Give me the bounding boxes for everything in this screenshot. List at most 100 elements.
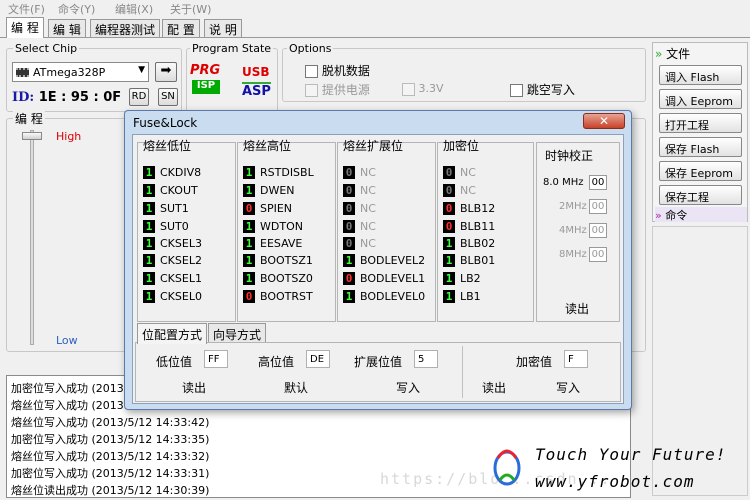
clock-cal-value[interactable]: 00 bbox=[589, 247, 607, 262]
skip-option[interactable]: 跳空写入 bbox=[510, 81, 575, 98]
file-header-label: 文件 bbox=[666, 47, 691, 61]
fuse-bit-toggle[interactable]: 0 bbox=[443, 166, 455, 179]
menu-about[interactable]: 关于(W) bbox=[170, 1, 211, 17]
fuse-bit-toggle[interactable]: 0 bbox=[343, 237, 355, 250]
fuse-bit-toggle[interactable]: 0 bbox=[243, 290, 255, 303]
command-section-header[interactable]: » 命令 bbox=[655, 207, 747, 222]
fuse-bit-toggle[interactable]: 1 bbox=[143, 220, 155, 233]
fuse-bit-toggle[interactable]: 1 bbox=[443, 237, 455, 250]
fuse-bit-toggle[interactable]: 1 bbox=[443, 272, 455, 285]
low-value-label: 低位值 bbox=[156, 355, 193, 369]
clock-cal-value[interactable]: 00 bbox=[589, 175, 607, 190]
fuse-bit-toggle[interactable]: 1 bbox=[243, 272, 255, 285]
fuse-bit-toggle[interactable]: 0 bbox=[243, 202, 255, 215]
offline-checkbox[interactable] bbox=[305, 65, 318, 78]
fuse-bit-toggle[interactable]: 1 bbox=[243, 254, 255, 267]
fuse-bit-toggle[interactable]: 0 bbox=[343, 220, 355, 233]
lock-value-field[interactable]: F bbox=[564, 350, 588, 368]
fuse-bit-toggle[interactable]: 1 bbox=[443, 290, 455, 303]
fuse-bit-toggle[interactable]: 0 bbox=[343, 166, 355, 179]
write-fuse-button[interactable]: 写入 bbox=[396, 379, 420, 396]
low-value-field[interactable]: FF bbox=[204, 350, 228, 368]
fuse-bit-toggle[interactable]: 1 bbox=[343, 290, 355, 303]
level-slider-thumb[interactable] bbox=[22, 132, 42, 140]
fuse-bit-toggle[interactable]: 1 bbox=[143, 184, 155, 197]
power-option[interactable]: 提供电源 bbox=[305, 81, 370, 98]
fuse-bit-toggle[interactable]: 1 bbox=[243, 220, 255, 233]
tab-config[interactable]: 配 置 bbox=[162, 19, 200, 37]
close-button[interactable]: ✕ bbox=[583, 113, 625, 129]
fuse-bit-toggle[interactable]: 1 bbox=[243, 184, 255, 197]
read-lock-button[interactable]: 读出 bbox=[482, 379, 506, 396]
save-flash-button[interactable]: 保存 Flash bbox=[659, 137, 742, 157]
voltage-option[interactable]: 3.3V bbox=[402, 82, 444, 96]
save-eeprom-button[interactable]: 保存 Eeprom bbox=[659, 161, 742, 181]
ext-value-label: 扩展位值 bbox=[354, 355, 403, 369]
tab-help[interactable]: 说 明 bbox=[204, 19, 242, 37]
fuse-bit-toggle[interactable]: 1 bbox=[143, 290, 155, 303]
divider bbox=[462, 346, 463, 398]
power-checkbox[interactable] bbox=[305, 84, 318, 97]
fuse-bit-toggle[interactable]: 0 bbox=[343, 202, 355, 215]
clock-read-button[interactable]: 读出 bbox=[565, 300, 589, 317]
fuse-bit-name: BLB01 bbox=[460, 254, 496, 267]
fuse-bit-toggle[interactable]: 0 bbox=[343, 184, 355, 197]
sn-button[interactable]: SN bbox=[158, 88, 178, 106]
usb-indicator: USB bbox=[242, 65, 270, 79]
menu-file[interactable]: 文件(F) bbox=[8, 1, 45, 17]
fuse-bit-toggle[interactable]: 1 bbox=[143, 202, 155, 215]
log-line: 加密位写入成功 (2013/5/12 14:33:31) bbox=[11, 467, 210, 480]
voltage-checkbox[interactable] bbox=[402, 82, 415, 96]
fuse-bit-name: RSTDISBL bbox=[260, 166, 314, 179]
clock-freq-label: 8.0 MHz bbox=[543, 177, 584, 188]
tab-program[interactable]: 编 程 bbox=[6, 17, 44, 38]
fuse-bit-toggle[interactable]: 1 bbox=[343, 254, 355, 267]
default-fuse-button[interactable]: 默认 bbox=[284, 379, 308, 396]
read-fuse-button[interactable]: 读出 bbox=[182, 379, 206, 396]
rd-button[interactable]: RD bbox=[129, 88, 149, 106]
clock-cal-value[interactable]: 00 bbox=[589, 223, 607, 238]
fuse-lock-dialog: Fuse&Lock ✕ 熔丝低位 1 CKDIV8 1 CKOUT 1 SUT1 1 SUT0 1… bbox=[124, 110, 632, 410]
fuse-bit-toggle[interactable]: 1 bbox=[243, 237, 255, 250]
fuse-bit-toggle[interactable]: 1 bbox=[243, 166, 255, 179]
write-lock-button[interactable]: 写入 bbox=[556, 379, 580, 396]
fuse-bit-toggle[interactable]: 1 bbox=[143, 166, 155, 179]
confirm-chip-button[interactable]: ➡ bbox=[155, 62, 177, 82]
tab-bit-mode[interactable]: 位配置方式 bbox=[137, 323, 208, 344]
fuse-bit-toggle[interactable]: 1 bbox=[143, 272, 155, 285]
skip-checkbox[interactable] bbox=[510, 84, 523, 97]
tab-wizard-mode[interactable]: 向导方式 bbox=[208, 323, 267, 343]
clock-freq-label: 4MHz bbox=[559, 225, 587, 236]
high-value-label: 高位值 bbox=[258, 355, 295, 369]
load-flash-button[interactable]: 调入 Flash bbox=[659, 65, 742, 85]
load-eeprom-button[interactable]: 调入 Eeprom bbox=[659, 89, 742, 109]
fuse-bit-name: BOOTRST bbox=[260, 290, 313, 303]
high-value-field[interactable]: DE bbox=[306, 350, 330, 368]
fuse-bit-toggle[interactable]: 1 bbox=[443, 254, 455, 267]
fuse-bit-toggle[interactable]: 0 bbox=[443, 184, 455, 197]
fuse-bit-toggle[interactable]: 1 bbox=[143, 237, 155, 250]
fuse-bit-toggle[interactable]: 0 bbox=[443, 202, 455, 215]
fuse-bit-toggle[interactable]: 1 bbox=[143, 254, 155, 267]
menu-edit[interactable]: 编辑(X) bbox=[115, 1, 153, 17]
level-slider-track[interactable] bbox=[30, 130, 34, 345]
level-low-label: Low bbox=[56, 334, 78, 347]
fuse-bit-name: NC bbox=[360, 202, 376, 215]
save-project-button[interactable]: 保存工程 bbox=[659, 185, 742, 205]
tab-edit[interactable]: 编 辑 bbox=[48, 19, 86, 37]
fuse-bit-name: CKSEL0 bbox=[160, 290, 202, 303]
open-project-button[interactable]: 打开工程 bbox=[659, 113, 742, 133]
offline-option[interactable]: 脱机数据 bbox=[305, 62, 370, 79]
ext-value-field[interactable]: 5 bbox=[414, 350, 438, 368]
file-section-header[interactable]: » 文件 bbox=[655, 45, 690, 62]
chip-select[interactable]: ATmega328P ▼ bbox=[12, 62, 149, 82]
select-chip-title: Select Chip bbox=[13, 42, 80, 55]
level-high-label: High bbox=[56, 130, 82, 143]
clock-cal-value[interactable]: 00 bbox=[589, 199, 607, 214]
prg-indicator: PRG bbox=[190, 63, 221, 78]
fuse-bit-toggle[interactable]: 0 bbox=[443, 220, 455, 233]
fuse-bit-toggle[interactable]: 0 bbox=[343, 272, 355, 285]
menu-command[interactable]: 命令(Y) bbox=[58, 1, 95, 17]
log-line: 熔丝位写入成功 (2013/5/12 14:33:32) bbox=[11, 450, 210, 463]
tab-programmer-test[interactable]: 编程器测试 bbox=[90, 19, 161, 37]
